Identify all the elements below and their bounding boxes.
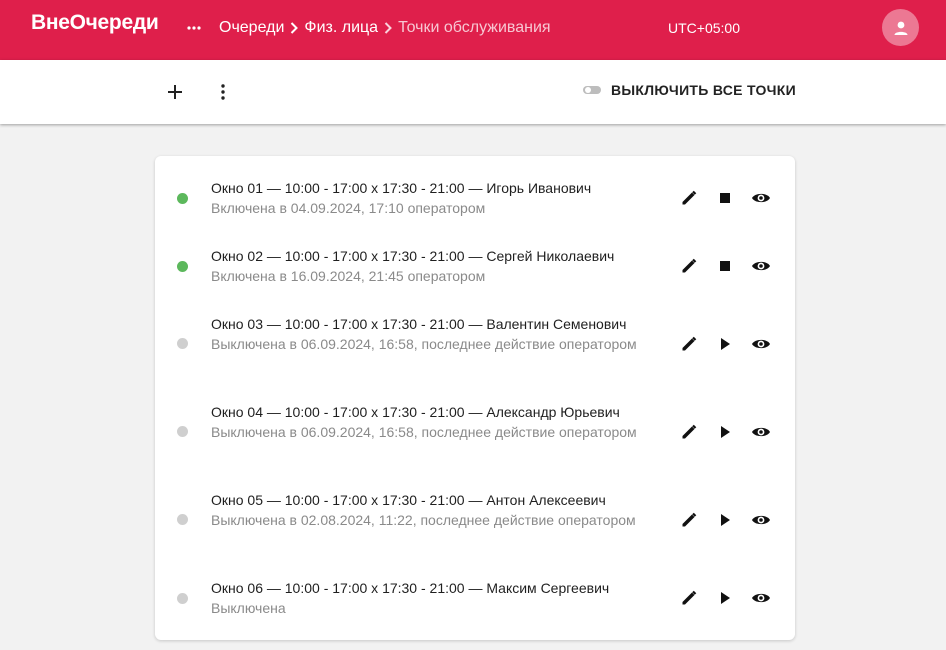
more-vert-icon: [221, 84, 225, 100]
point-title: Окно 06 — 10:00 - 17:00 x 17:30 - 21:00 …: [211, 580, 610, 596]
account-button[interactable]: [882, 9, 919, 46]
eye-icon[interactable]: [749, 508, 773, 532]
toolbar: ВЫКЛЮЧИТЬ ВСЕ ТОЧКИ: [0, 60, 946, 124]
breadcrumb-item-queues[interactable]: Очереди: [219, 19, 284, 37]
service-points-list: Окно 01 — 10:00 - 17:00 x 17:30 - 21:00 …: [155, 156, 795, 640]
point-status: Выключена в 02.08.2024, 11:22, последнее…: [211, 512, 636, 528]
point-status: Выключена: [211, 600, 286, 616]
play-icon[interactable]: [713, 508, 737, 532]
chevron-right-icon: [284, 20, 304, 36]
toggle-switch[interactable]: [583, 85, 601, 95]
disable-all-points-label: ВЫКЛЮЧИТЬ ВСЕ ТОЧКИ: [611, 82, 796, 98]
point-title: Окно 05 — 10:00 - 17:00 x 17:30 - 21:00 …: [211, 492, 606, 508]
pencil-icon[interactable]: [677, 254, 701, 278]
point-status: Выключена в 06.09.2024, 16:58, последнее…: [211, 424, 637, 440]
pencil-icon[interactable]: [677, 186, 701, 210]
status-indicator-inactive: [177, 593, 188, 604]
point-title: Окно 01 — 10:00 - 17:00 x 17:30 - 21:00 …: [211, 180, 592, 196]
app-bar: ВнеОчереди Очереди Физ. лица Точки обслу…: [0, 0, 946, 60]
more-options-button[interactable]: [209, 78, 237, 106]
pencil-icon[interactable]: [677, 508, 701, 532]
stop-icon[interactable]: [713, 186, 737, 210]
timezone-label: UTC+05:00: [668, 20, 740, 36]
eye-icon[interactable]: [749, 420, 773, 444]
breadcrumb-item-service-points: Точки обслуживания: [398, 19, 551, 36]
point-status: Выключена в 06.09.2024, 16:58, последнее…: [211, 336, 637, 352]
stop-icon[interactable]: [713, 254, 737, 278]
status-indicator-active: [177, 261, 188, 272]
account-icon: [893, 20, 909, 36]
pencil-icon[interactable]: [677, 332, 701, 356]
pencil-icon[interactable]: [677, 420, 701, 444]
play-icon[interactable]: [713, 332, 737, 356]
point-title: Окно 03 — 10:00 - 17:00 x 17:30 - 21:00 …: [211, 316, 627, 332]
status-indicator-inactive: [177, 338, 188, 349]
point-status: Включена в 04.09.2024, 17:10 оператором: [211, 200, 486, 216]
plus-icon: [167, 84, 183, 100]
pencil-icon[interactable]: [677, 586, 701, 610]
point-title: Окно 02 — 10:00 - 17:00 x 17:30 - 21:00 …: [211, 248, 615, 264]
more-horiz-icon[interactable]: [183, 17, 205, 39]
breadcrumb: Очереди Физ. лица Точки обслуживания: [219, 19, 551, 37]
status-indicator-inactive: [177, 426, 188, 437]
breadcrumb-item-individuals[interactable]: Физ. лица: [304, 19, 378, 37]
point-title: Окно 04 — 10:00 - 17:00 x 17:30 - 21:00 …: [211, 404, 620, 420]
play-icon[interactable]: [713, 420, 737, 444]
play-icon[interactable]: [713, 586, 737, 610]
eye-icon[interactable]: [749, 186, 773, 210]
status-indicator-inactive: [177, 514, 188, 525]
disable-all-points-toggle[interactable]: ВЫКЛЮЧИТЬ ВСЕ ТОЧКИ: [583, 82, 796, 98]
chevron-right-icon: [378, 20, 398, 36]
point-status: Включена в 16.09.2024, 21:45 оператором: [211, 268, 486, 284]
app-logo[interactable]: ВнеОчереди: [31, 11, 159, 35]
eye-icon[interactable]: [749, 332, 773, 356]
eye-icon[interactable]: [749, 586, 773, 610]
status-indicator-active: [177, 193, 188, 204]
add-point-button[interactable]: [161, 78, 189, 106]
eye-icon[interactable]: [749, 254, 773, 278]
